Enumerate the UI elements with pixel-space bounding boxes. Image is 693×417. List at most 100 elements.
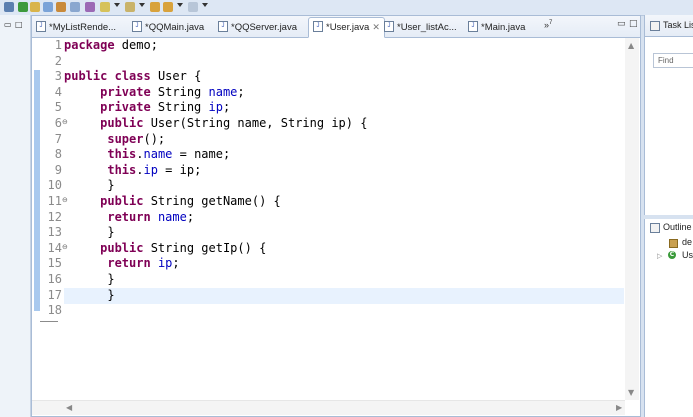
tab-qqserver[interactable]: J *QQServer.java — [218, 18, 297, 37]
code-line[interactable]: private String ip; — [64, 100, 230, 116]
line-number: 1 — [54, 38, 62, 52]
line-number: 3 — [54, 69, 62, 84]
tab-main-java[interactable]: J *Main.java — [468, 18, 525, 37]
open-type-icon[interactable] — [56, 2, 66, 12]
back-icon[interactable] — [150, 2, 160, 12]
tab-user-listaction[interactable]: J *User_listAc... — [384, 18, 457, 37]
code-text: } — [107, 225, 115, 240]
next-annotation-icon[interactable] — [125, 2, 135, 12]
line-number: 18 — [47, 303, 62, 318]
code-text: String — [150, 100, 209, 115]
annotation-icon[interactable] — [100, 2, 110, 12]
code-line[interactable]: public class User { — [64, 69, 201, 85]
code-keyword: public — [100, 240, 144, 255]
line-number: 9 — [54, 162, 62, 177]
line-number: 2 — [54, 53, 62, 68]
dropdown-arrow-icon[interactable] — [114, 3, 120, 7]
forward-icon[interactable] — [163, 2, 173, 12]
code-field: name — [157, 209, 187, 224]
java-file-icon: J — [36, 20, 46, 32]
maximize-button[interactable]: □ — [629, 19, 638, 29]
maximize-button[interactable]: □ — [15, 20, 23, 29]
minimize-button[interactable]: ▭ — [617, 19, 626, 29]
horizontal-scrollbar[interactable]: ◀ ▶ — [32, 400, 625, 415]
scroll-up-icon[interactable]: ▲ — [628, 41, 634, 50]
dropdown-arrow-icon[interactable] — [202, 3, 208, 7]
new-icon[interactable] — [43, 2, 53, 12]
code-line[interactable]: return ip; — [64, 256, 180, 272]
java-file-icon: J — [313, 20, 323, 32]
code-text: ; — [172, 256, 180, 271]
code-text: = name; — [172, 147, 231, 162]
editor-tab-bar: J *MyListRende... J *QQMain.java J *QQServe… — [32, 16, 640, 38]
code-line[interactable]: this.name = name; — [64, 147, 230, 163]
code-area[interactable]: package demo; public class User { private… — [64, 38, 624, 338]
code-line[interactable]: public String getIp() { — [64, 241, 266, 257]
outline-title[interactable]: Outline — [663, 222, 692, 232]
expand-icon[interactable]: ▷ — [657, 252, 662, 260]
line-number: 14 — [47, 240, 62, 255]
code-line[interactable]: private String name; — [64, 85, 245, 101]
code-keyword: this — [107, 162, 137, 177]
code-text: ; — [186, 209, 195, 224]
line-number: 13 — [47, 225, 62, 240]
dropdown-arrow-icon[interactable] — [139, 3, 145, 7]
nav-forward-icon[interactable] — [188, 2, 198, 12]
code-field: ip — [143, 162, 158, 177]
code-keyword: public — [64, 69, 108, 84]
code-field: ip — [208, 100, 223, 115]
outline-item-package[interactable]: de — [682, 237, 692, 247]
code-line[interactable]: } — [64, 178, 114, 194]
code-line[interactable]: super(); — [64, 132, 165, 148]
task-list-tab[interactable]: Task Lis — [645, 15, 693, 37]
close-icon[interactable]: ✕ — [372, 22, 380, 32]
code-text: . — [136, 162, 144, 177]
tab-user-java[interactable]: J *User.java ✕ — [308, 17, 385, 38]
tab-qqmain[interactable]: J *QQMain.java — [132, 18, 204, 37]
pin-icon[interactable] — [4, 2, 14, 12]
code-keyword: package — [64, 38, 115, 52]
code-field: ip — [157, 256, 173, 271]
code-line[interactable]: } — [64, 272, 114, 288]
code-line[interactable]: } — [64, 287, 115, 304]
code-line[interactable]: } — [64, 225, 115, 241]
scroll-left-icon[interactable]: ◀ — [66, 403, 72, 412]
tab-mylistrenderer[interactable]: J *MyListRende... — [36, 18, 116, 37]
outline-item-class[interactable]: Us — [682, 250, 693, 260]
run-icon[interactable] — [18, 2, 28, 12]
java-file-icon: J — [384, 20, 394, 32]
code-text: String — [150, 84, 209, 99]
code-line[interactable]: public User(String name, String ip) { — [64, 116, 367, 132]
search-icon[interactable] — [70, 2, 80, 12]
line-number: 16 — [47, 272, 62, 286]
code-line[interactable]: this.ip = ip; — [64, 163, 201, 179]
code-keyword: private — [100, 100, 151, 115]
code-keyword: class — [114, 69, 151, 84]
external-tools-icon[interactable] — [85, 2, 95, 12]
debug-icon[interactable] — [30, 2, 40, 12]
dropdown-arrow-icon[interactable] — [177, 3, 183, 7]
java-file-icon: J — [218, 20, 228, 32]
code-line[interactable]: package demo; — [64, 38, 158, 54]
minimize-button[interactable]: ▭ — [4, 20, 12, 29]
vertical-scrollbar[interactable]: ▲ ▼ — [625, 38, 639, 400]
line-number: 10 — [47, 178, 62, 193]
tab-overflow-button[interactable]: »7 — [544, 20, 552, 30]
line-number-underline — [40, 321, 58, 322]
code-field: name — [208, 84, 238, 99]
task-list-title: Task Lis — [663, 20, 693, 30]
code-line[interactable]: public String getName() { — [64, 194, 281, 210]
find-input[interactable]: Find — [653, 53, 693, 68]
scroll-right-icon[interactable]: ▶ — [616, 403, 622, 412]
code-text: } — [107, 287, 115, 302]
code-line[interactable]: return name; — [64, 210, 194, 226]
line-number: 15 — [47, 256, 62, 271]
scroll-down-icon[interactable]: ▼ — [628, 388, 634, 397]
